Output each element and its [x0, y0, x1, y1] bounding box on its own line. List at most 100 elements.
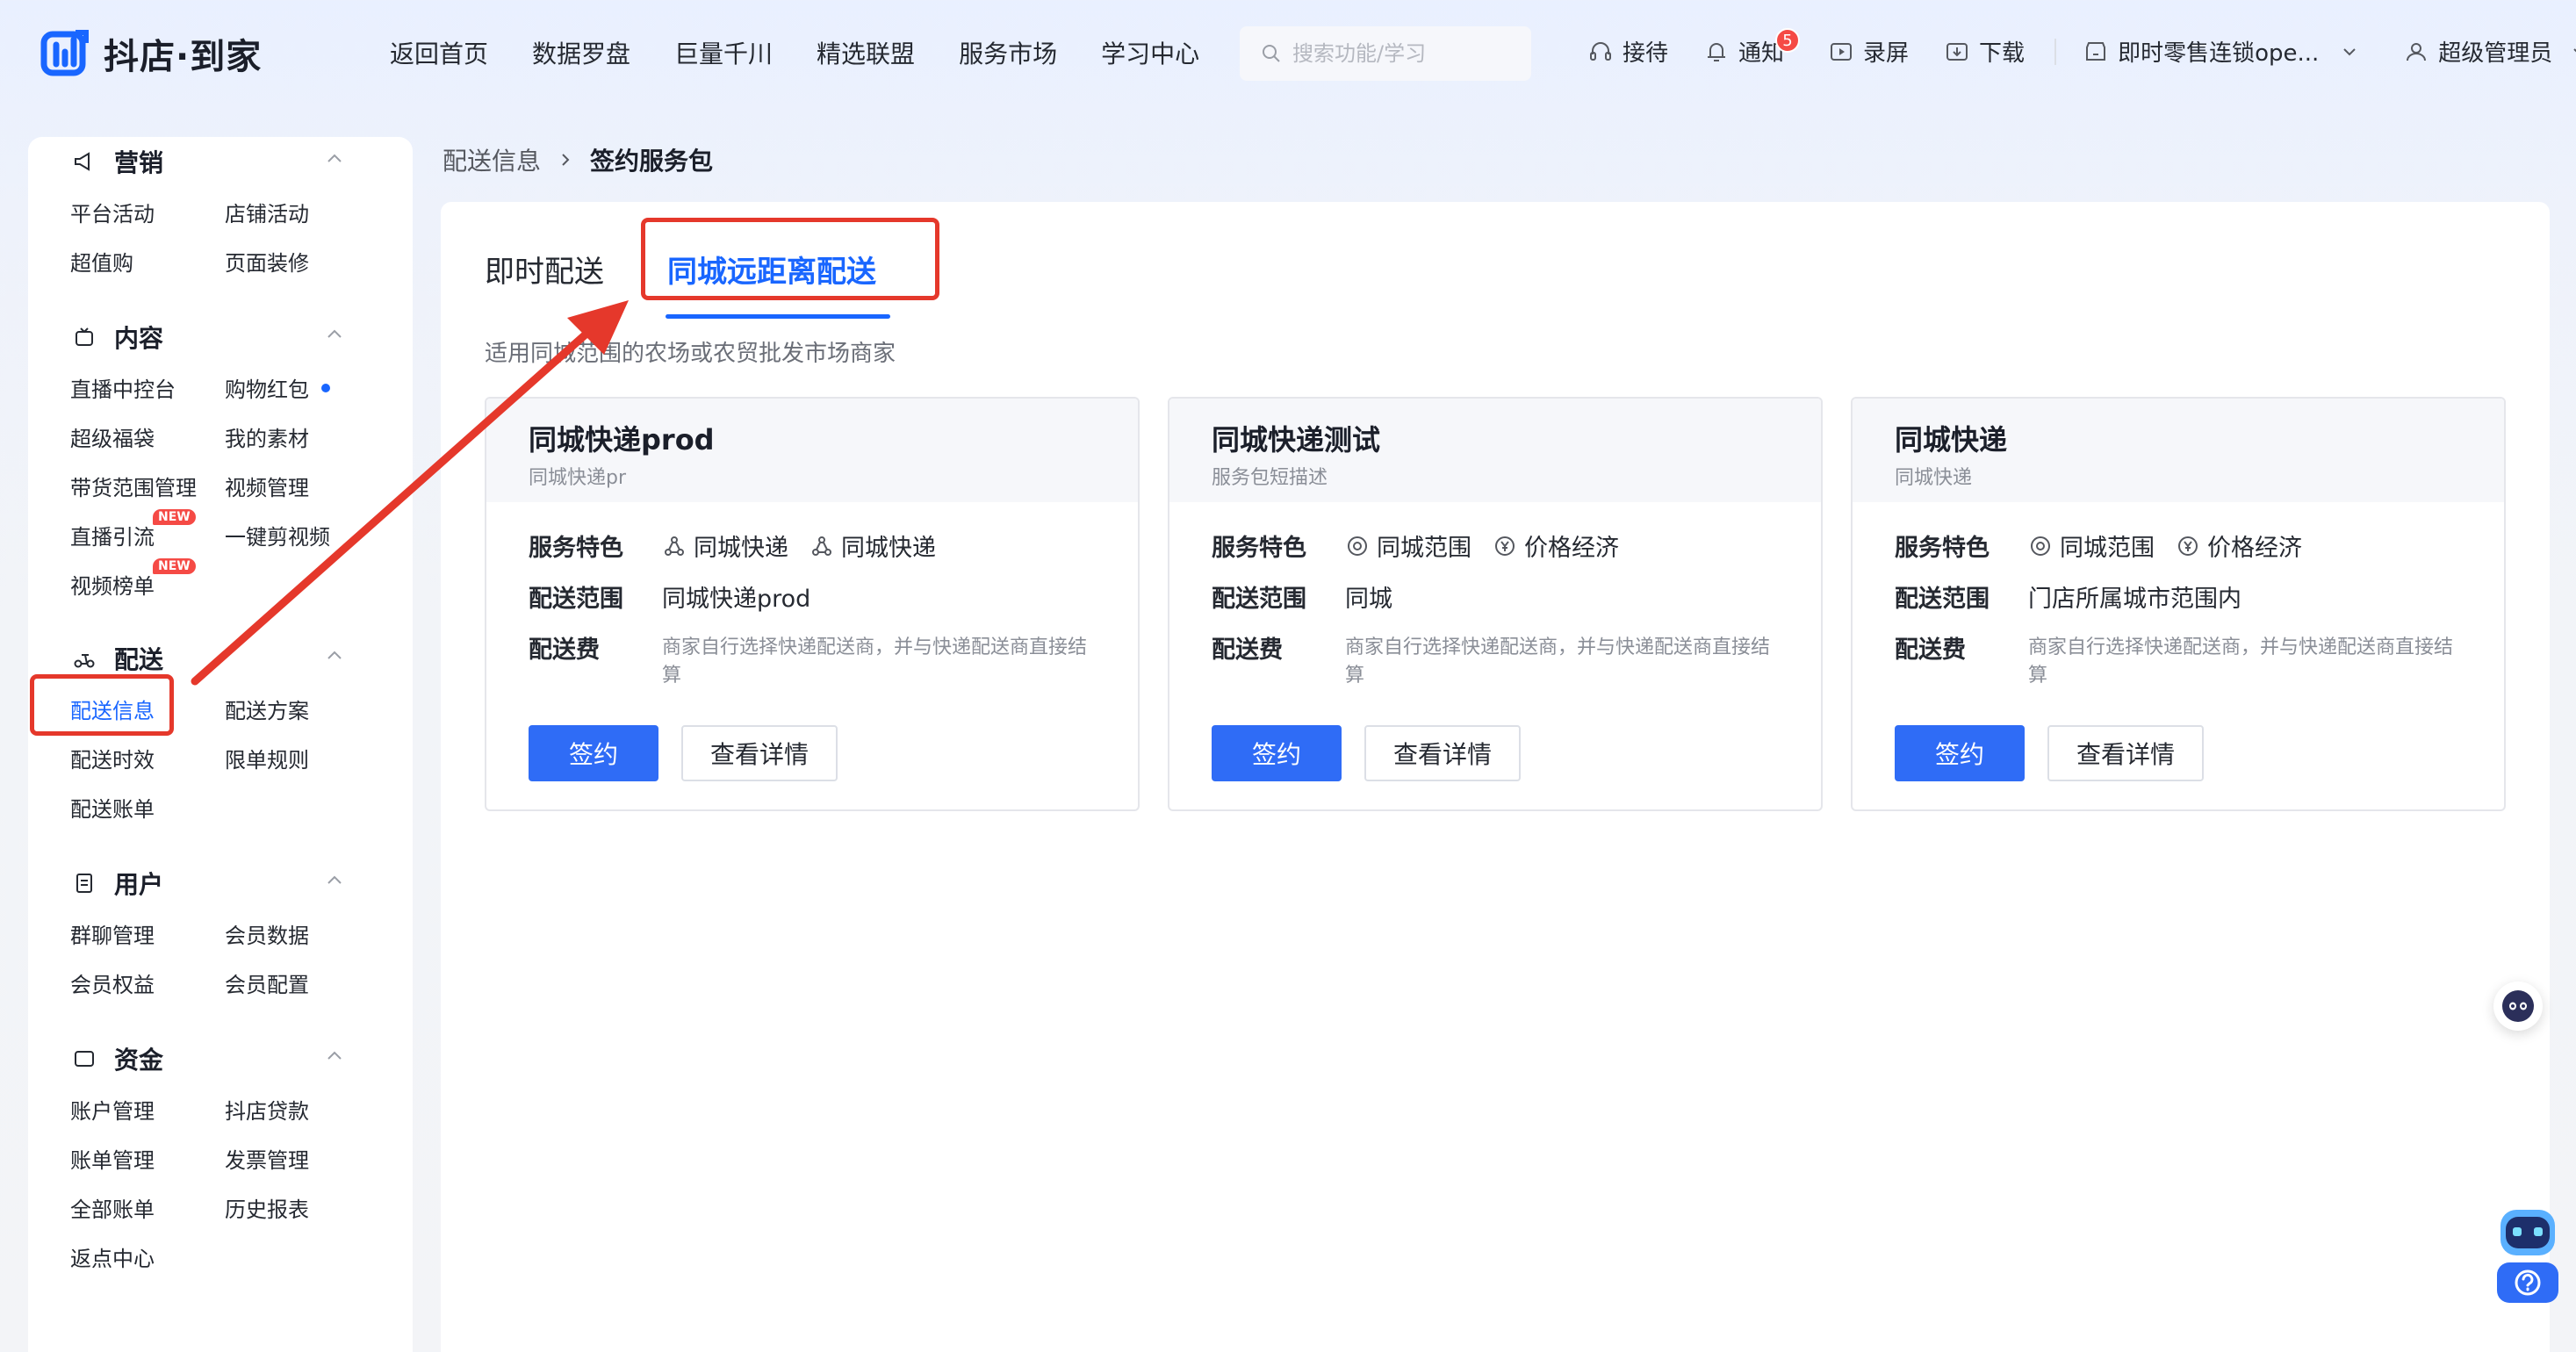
sidebar-item-super-lucky-bag[interactable]: 超级福袋 — [70, 421, 155, 452]
user-menu[interactable]: 超级管理员 — [2403, 35, 2576, 68]
chevron-up-icon[interactable] — [325, 149, 344, 169]
search-box[interactable] — [1240, 26, 1531, 81]
sidebar-item-video-management[interactable]: 视频管理 — [225, 471, 309, 501]
card-title: 同城快递prod — [529, 423, 715, 457]
new-tag: NEW — [153, 558, 196, 574]
feature-tag: 价格经济 — [2176, 529, 2302, 563]
header-divider — [2054, 38, 2057, 65]
reception-label: 接待 — [1623, 40, 1669, 67]
sidebar-group-delivery-header[interactable]: 配送 — [72, 641, 163, 676]
sidebar-item-group-chat[interactable]: 群聊管理 — [70, 918, 155, 949]
sidebar-item-one-click-video[interactable]: 一键剪视频 — [225, 520, 330, 550]
floating-assistant-button[interactable] — [2493, 982, 2543, 1031]
card-subtitle: 同城快递 — [1895, 467, 1973, 489]
view-detail-button[interactable]: 查看详情 — [2047, 725, 2204, 781]
sidebar-item-video-ranking[interactable]: 视频榜单 — [70, 569, 155, 600]
tab-instant-delivery[interactable]: 即时配送 — [485, 248, 604, 291]
fee-label: 配送费 — [529, 636, 600, 664]
card-subtitle: 同城快递pr — [529, 467, 627, 489]
sidebar-item-value-buy[interactable]: 超值购 — [70, 246, 133, 277]
tv-icon — [76, 327, 93, 346]
sidebar-item-member-config[interactable]: 会员配置 — [225, 967, 309, 998]
sidebar-group-marketing-header[interactable]: 营销 — [72, 144, 163, 179]
header-tools: 接待 通知 5 录屏 下载 即时零售连锁ope... 超级管理员 — [1587, 28, 2576, 68]
feature-tag: 同城快递 — [809, 529, 936, 563]
sidebar-item-my-materials[interactable]: 我的素材 — [225, 421, 309, 452]
sidebar-item-all-bills[interactable]: 全部账单 — [70, 1192, 155, 1223]
new-dot — [321, 384, 330, 392]
chevron-up-icon[interactable] — [325, 325, 344, 344]
sidebar-item-selling-scope[interactable]: 带货范围管理 — [70, 471, 197, 501]
logo[interactable]: 抖店·到家 — [40, 28, 262, 79]
nav-data-compass[interactable]: 数据罗盘 — [532, 35, 630, 70]
feature-tag: 同城范围 — [2028, 529, 2155, 563]
target-icon — [2031, 536, 2050, 556]
nav-qianchuan[interactable]: 巨量千川 — [674, 35, 773, 70]
nav-learning-center[interactable]: 学习中心 — [1101, 35, 1199, 70]
sidebar-group-title: 用户 — [114, 870, 164, 899]
fee-label: 配送费 — [1895, 636, 1966, 664]
view-detail-button[interactable]: 查看详情 — [1364, 725, 1521, 781]
sidebar-item-member-data[interactable]: 会员数据 — [225, 918, 309, 949]
sidebar-item-live-traffic[interactable]: 直播引流 — [70, 520, 155, 550]
download-icon — [1946, 42, 1968, 61]
range-value: 同城快递prod — [662, 586, 811, 613]
active-tab-indicator — [666, 314, 890, 319]
sidebar-item-member-benefits[interactable]: 会员权益 — [70, 967, 155, 998]
sidebar-item-page-decoration[interactable]: 页面装修 — [225, 246, 309, 277]
nav-alliance[interactable]: 精选联盟 — [817, 35, 915, 70]
sidebar-item-history-reports[interactable]: 历史报表 — [225, 1192, 309, 1223]
feature-text: 同城范围 — [2060, 535, 2155, 562]
download-button[interactable]: 下载 — [1944, 35, 2025, 68]
help-assistant-widget[interactable] — [2493, 1205, 2562, 1306]
sidebar-item-store-loan[interactable]: 抖店贷款 — [225, 1094, 309, 1125]
chevron-up-icon[interactable] — [325, 646, 344, 665]
sidebar-item-shopping-redpacket[interactable]: 购物红包 — [225, 372, 309, 403]
wallet-icon — [75, 1051, 94, 1067]
sidebar-item-delivery-bill[interactable]: 配送账单 — [70, 792, 155, 823]
search-input[interactable] — [1292, 41, 1521, 66]
store-selector[interactable]: 即时零售连锁ope... — [2083, 35, 2359, 68]
fee-value: 商家自行选择快递配送商，并与快递配送商直接结算 — [1345, 636, 1771, 687]
sidebar-item-delivery-plan[interactable]: 配送方案 — [225, 694, 309, 724]
notify-button[interactable]: 通知 5 — [1703, 28, 1801, 68]
sign-button[interactable]: 签约 — [529, 725, 658, 781]
sidebar-item-store-activity[interactable]: 店铺活动 — [225, 197, 309, 227]
record-label: 录屏 — [1863, 40, 1910, 67]
breadcrumb-parent[interactable]: 配送信息 — [443, 142, 541, 177]
sidebar-group-content-header[interactable]: 内容 — [72, 320, 163, 355]
record-button[interactable]: 录屏 — [1828, 35, 1909, 68]
robot-icon — [2497, 1210, 2558, 1303]
sidebar-item-order-limit[interactable]: 限单规则 — [225, 743, 309, 773]
chevron-up-icon[interactable] — [325, 1046, 344, 1066]
view-detail-button[interactable]: 查看详情 — [681, 725, 838, 781]
sidebar-group-title: 资金 — [114, 1046, 164, 1075]
sidebar-group-title: 内容 — [114, 324, 164, 353]
nav-service-market[interactable]: 服务市场 — [959, 35, 1057, 70]
sidebar-item-account-management[interactable]: 账户管理 — [70, 1094, 155, 1125]
sidebar: 营销 平台活动 店铺活动 超值购 页面装修 内容 直播中控台 购物红包 超级福袋… — [28, 137, 413, 1352]
document-icon — [76, 874, 92, 893]
sign-button[interactable]: 签约 — [1212, 725, 1342, 781]
sidebar-item-delivery-time[interactable]: 配送时效 — [70, 743, 155, 773]
sidebar-item-platform-activity[interactable]: 平台活动 — [70, 197, 155, 227]
reception-button[interactable]: 接待 — [1587, 35, 1668, 68]
chevron-up-icon[interactable] — [325, 871, 344, 890]
sidebar-item-rebate-center[interactable]: 返点中心 — [70, 1241, 155, 1272]
notify-badge: 5 — [1775, 28, 1801, 53]
fee-value: 商家自行选择快递配送商，并与快递配送商直接结算 — [2028, 636, 2454, 687]
feature-text: 同城范围 — [1377, 535, 1471, 562]
sign-button[interactable]: 签约 — [1895, 725, 2025, 781]
sidebar-group-funds-header[interactable]: 资金 — [72, 1041, 163, 1076]
nav-home[interactable]: 返回首页 — [390, 35, 488, 70]
sidebar-item-live-console[interactable]: 直播中控台 — [70, 372, 176, 403]
sidebar-item-bill-management[interactable]: 账单管理 — [70, 1143, 155, 1174]
headset-icon — [1590, 41, 1611, 61]
sidebar-group-users-header[interactable]: 用户 — [72, 866, 163, 901]
search-icon — [1263, 45, 1280, 62]
logo-text: 抖店·到家 — [104, 37, 263, 77]
top-header: 抖店·到家 返回首页 数据罗盘 巨量千川 精选联盟 服务市场 学习中心 接待 通… — [0, 0, 2576, 109]
feature-text: 同城快递 — [841, 535, 936, 562]
sidebar-item-invoice-management[interactable]: 发票管理 — [225, 1143, 309, 1174]
fee-value: 商家自行选择快递配送商，并与快递配送商直接结算 — [662, 636, 1088, 687]
